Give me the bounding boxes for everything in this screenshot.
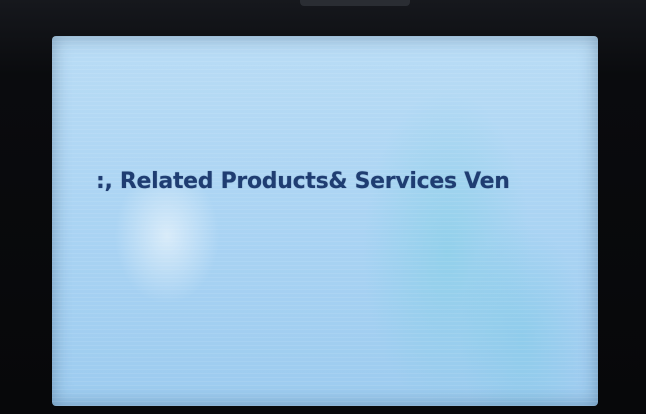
monitor-bezel: :, Related Products& Services Ven <box>0 0 646 414</box>
screen-scanlines <box>52 36 598 406</box>
bezel-top-edge <box>300 0 410 6</box>
display-screen: :, Related Products& Services Ven <box>52 36 598 406</box>
scrolling-banner-text: :, Related Products& Services Ven <box>96 169 510 194</box>
